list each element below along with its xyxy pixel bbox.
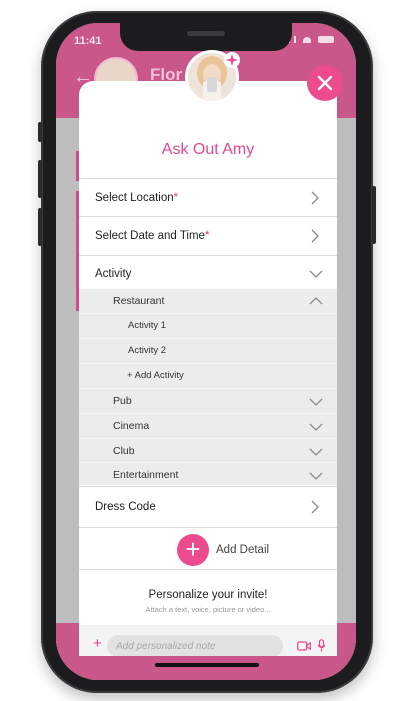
close-icon: [317, 75, 333, 91]
cinema-row[interactable]: Cinema: [79, 414, 337, 439]
speaker-grille: [187, 31, 225, 36]
video-camera-icon[interactable]: [297, 641, 311, 651]
ask-out-modal: Ask Out Amy Select Location* Select Date…: [79, 81, 337, 656]
add-detail-row: + Add Detail: [79, 532, 337, 572]
silent-switch: [38, 122, 42, 142]
personalized-note-input[interactable]: [107, 635, 283, 656]
select-location-row[interactable]: Select Location*: [79, 179, 337, 216]
signal-icon: [294, 36, 296, 43]
club-row[interactable]: Club: [79, 439, 337, 464]
personalize-title: Personalize your invite!: [148, 589, 268, 601]
entertainment-row[interactable]: Entertainment: [79, 463, 337, 488]
chevron-down-icon: [309, 448, 323, 456]
club-label: Club: [113, 445, 135, 457]
chevron-right-icon: [311, 191, 319, 204]
chevron-down-icon: [309, 423, 323, 431]
divider: [79, 569, 337, 570]
add-activity-button[interactable]: + Add Activity: [79, 364, 337, 389]
chevron-right-icon: [311, 229, 319, 243]
volume-down-button: [38, 208, 42, 246]
activity-label: Activity: [95, 268, 132, 280]
chevron-down-icon: [309, 270, 323, 278]
modal-title: Ask Out Amy: [161, 141, 255, 158]
attach-plus-button[interactable]: +: [93, 635, 102, 652]
note-bar: +: [79, 625, 337, 656]
pub-label: Pub: [113, 395, 132, 407]
notch: [120, 23, 292, 51]
restaurant-row[interactable]: Restaurant: [79, 289, 337, 314]
close-button[interactable]: [307, 65, 343, 101]
wifi-icon: [303, 37, 311, 43]
add-detail-label: Add Detail: [216, 544, 270, 556]
status-time: 11:41: [74, 35, 102, 47]
sparkle-badge-icon: [226, 54, 238, 66]
select-date-time-row[interactable]: Select Date and Time*: [79, 217, 337, 255]
select-location-label: Select Location*: [95, 191, 179, 204]
power-button: [372, 186, 376, 244]
activity-item-label: Activity 2: [128, 345, 167, 356]
select-date-time-label: Select Date and Time*: [95, 230, 210, 242]
volume-up-button: [38, 160, 42, 198]
dress-code-label: Dress Code: [95, 501, 156, 513]
microphone-icon[interactable]: [317, 639, 326, 652]
chevron-up-icon: [309, 297, 323, 305]
dress-code-row[interactable]: Dress Code: [79, 487, 337, 527]
pub-row[interactable]: Pub: [79, 389, 337, 414]
personalize-subtitle: Attach a text, voice, picture or video..…: [145, 605, 271, 614]
battery-icon: [318, 36, 334, 43]
activity-item-label: Activity 1: [128, 320, 167, 331]
activity-row[interactable]: Activity: [79, 256, 337, 292]
chevron-right-icon: [311, 500, 319, 514]
restaurant-label: Restaurant: [113, 295, 165, 307]
chevron-down-icon: [309, 398, 323, 406]
home-indicator: [155, 663, 259, 667]
activity-2-row[interactable]: Activity 2: [79, 339, 337, 364]
entertainment-label: Entertainment: [113, 469, 179, 481]
star-badge: [224, 52, 240, 68]
phone-screen: 11:41 ← Flor Ask Out Amy Select Location…: [56, 23, 356, 680]
cinema-label: Cinema: [113, 420, 150, 432]
divider: [79, 527, 337, 528]
chevron-down-icon: [309, 472, 323, 480]
activity-1-row[interactable]: Activity 1: [79, 314, 337, 339]
add-activity-label: + Add Activity: [127, 370, 184, 381]
add-detail-button[interactable]: +: [177, 534, 209, 566]
